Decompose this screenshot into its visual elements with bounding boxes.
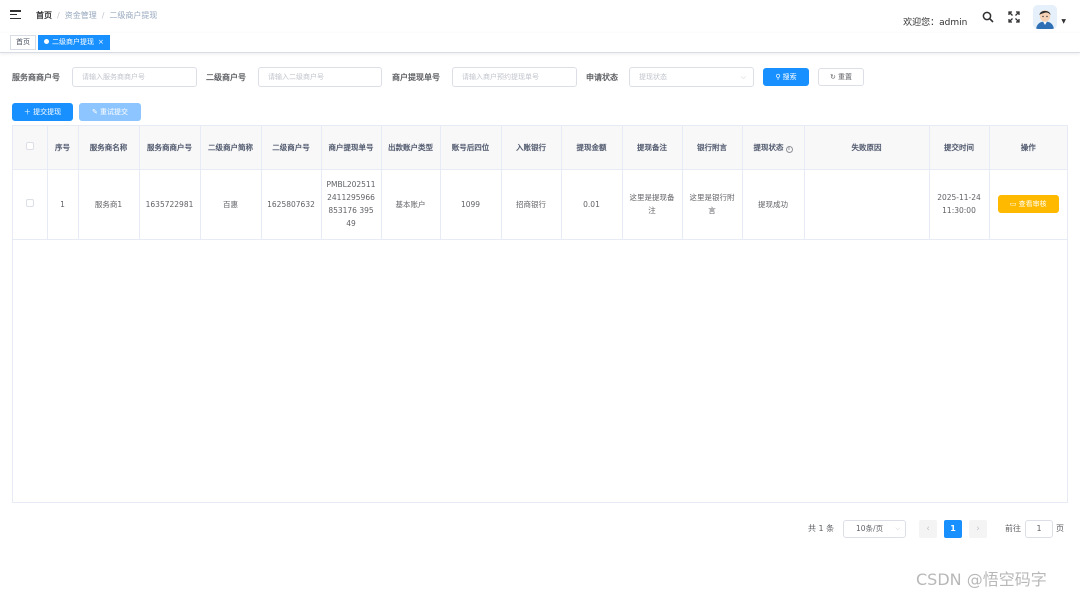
- column-header: 操作: [989, 126, 1067, 170]
- table-header-row: 序号 服务商名称 服务商商户号 二级商户简称 二级商户号 商户提现单号 出款账户…: [13, 126, 1067, 170]
- column-header: 失败原因: [804, 126, 930, 170]
- reset-button-label: 重置: [838, 73, 853, 81]
- status-select[interactable]: 提现状态 ⌵: [629, 67, 754, 87]
- search-icon: ⚲: [775, 73, 783, 81]
- tag-home[interactable]: 首页: [10, 35, 36, 50]
- column-header: 商户提现单号: [321, 126, 382, 170]
- column-header: 提现备注: [622, 126, 683, 170]
- cell-actions: ▭ 查看审核: [989, 169, 1067, 240]
- breadcrumb: 首页 / 资金管理 / 二级商户提现: [36, 10, 157, 21]
- page-number-button[interactable]: 1: [944, 520, 962, 538]
- cell-account-type: 基本账户: [381, 169, 441, 240]
- tag-label: 二级商户提现: [52, 38, 94, 46]
- retry-submit-label: 重试提交: [100, 108, 129, 116]
- breadcrumb-separator: /: [57, 11, 60, 20]
- top-navbar: 首页 / 资金管理 / 二级商户提现 欢迎您：admin ▼: [0, 0, 1080, 33]
- table-row: 1 服务商1 1635722981 百惠 1625807632 PMBL2025…: [13, 169, 1067, 240]
- prev-page-button[interactable]: ‹: [919, 520, 937, 538]
- search-button[interactable]: ⚲ 搜索: [763, 68, 809, 86]
- cell-bank-memo: 这里是银行附言: [682, 169, 743, 240]
- page-size-select[interactable]: 10条/页 ⌵: [843, 520, 906, 538]
- refresh-icon: ↻: [829, 73, 839, 81]
- cell-service-name: 服务商1: [78, 169, 140, 240]
- withdraw-no-input[interactable]: 请输入商户预约提现单号: [452, 67, 577, 87]
- column-header: 账号后四位: [440, 126, 502, 170]
- column-header: 银行附言: [682, 126, 743, 170]
- active-dot-icon: [44, 39, 49, 44]
- column-header: 提交时间: [929, 126, 990, 170]
- cell-remark: 这里是提现备注: [622, 169, 683, 240]
- watermark: CSDN @悟空码字: [916, 570, 1047, 589]
- cell-withdraw-no: PMBL2025112411295966853176 39549: [321, 169, 382, 240]
- welcome-label: 欢迎您：: [903, 17, 940, 28]
- edit-icon: ✎: [91, 108, 101, 116]
- cell-amount: 0.01: [561, 169, 623, 240]
- breadcrumb-separator: /: [101, 11, 105, 20]
- cell-sub-merchant-no: 1625807632: [261, 169, 322, 240]
- plus-icon: ＋: [23, 108, 34, 116]
- column-header: 二级商户简称: [200, 126, 262, 170]
- info-icon[interactable]: i: [785, 145, 793, 153]
- retry-submit-button[interactable]: ✎ 重试提交: [79, 103, 141, 121]
- column-header: 二级商户号: [261, 126, 322, 170]
- select-all-checkbox[interactable]: [25, 141, 34, 150]
- service-merchant-no-input[interactable]: 请输入服务商商户号: [72, 67, 197, 87]
- cell-index: 1: [47, 169, 79, 240]
- withdraw-table: 序号 服务商名称 服务商商户号 二级商户简称 二级商户号 商户提现单号 出款账户…: [12, 125, 1068, 503]
- column-header: 出款账户类型: [381, 126, 441, 170]
- withdraw-no-label: 商户提现单号: [392, 73, 440, 82]
- column-header: 服务商名称: [78, 126, 140, 170]
- goto-label: 前往: [1005, 524, 1021, 533]
- row-checkbox[interactable]: [25, 198, 34, 207]
- submit-withdraw-button[interactable]: ＋ 提交提现: [12, 103, 73, 121]
- view-review-button[interactable]: ▭ 查看审核: [997, 195, 1059, 213]
- submit-withdraw-label: 提交提现: [33, 108, 62, 116]
- fullscreen-icon[interactable]: [1007, 10, 1021, 24]
- avatar[interactable]: [1033, 5, 1058, 29]
- column-header: 序号: [47, 126, 79, 170]
- chevron-down-icon: ⌵: [895, 525, 900, 532]
- pagination-total: 共 1 条: [808, 524, 835, 533]
- cell-fail-reason: [804, 169, 930, 240]
- sub-merchant-no-input[interactable]: 请输入二级商户号: [258, 67, 382, 87]
- page-suffix-label: 页: [1056, 524, 1064, 533]
- service-merchant-no-label: 服务商商户号: [12, 73, 60, 82]
- chevron-down-icon: ⌵: [740, 73, 746, 81]
- column-header: 服务商商户号: [139, 126, 201, 170]
- row-select-cell: [13, 169, 48, 240]
- breadcrumb-fund-management: 资金管理: [64, 11, 97, 20]
- column-header: 入账银行: [501, 126, 562, 170]
- tag-sub-merchant-withdraw[interactable]: 二级商户提现 ×: [38, 35, 110, 50]
- search-icon[interactable]: [981, 10, 995, 24]
- next-page-button[interactable]: ›: [969, 520, 987, 538]
- sub-merchant-no-label: 二级商户号: [206, 73, 246, 82]
- status-label: 申请状态: [586, 73, 618, 82]
- column-header-status: 提现状态 i: [742, 126, 805, 170]
- goto-page-input[interactable]: 1: [1025, 520, 1053, 538]
- status-header-label: 提现状态: [753, 142, 784, 152]
- reset-button[interactable]: ↻ 重置: [818, 68, 864, 86]
- breadcrumb-current: 二级商户提现: [109, 11, 158, 20]
- search-button-label: 搜索: [782, 73, 797, 81]
- welcome-text: 欢迎您：admin: [903, 15, 967, 28]
- cell-service-merchant-no: 1635722981: [139, 169, 201, 240]
- chevron-down-icon[interactable]: ▼: [1061, 18, 1066, 25]
- page-size-value: 10条/页: [856, 524, 884, 533]
- view-review-label: 查看审核: [1018, 200, 1047, 208]
- breadcrumb-home[interactable]: 首页: [36, 10, 52, 21]
- cell-account-last4: 1099: [440, 169, 502, 240]
- document-icon: ▭: [1009, 200, 1019, 208]
- search-form: 服务商商户号 请输入服务商商户号 二级商户号 请输入二级商户号 商户提现单号 请…: [12, 67, 1068, 87]
- column-header: 提现金额: [561, 126, 623, 170]
- tags-view: 首页 二级商户提现 ×: [0, 33, 1080, 53]
- hamburger-menu-icon[interactable]: [10, 10, 21, 20]
- status-select-placeholder: 提现状态: [639, 73, 667, 81]
- cell-submit-time: 2025-11-24 11:30:00: [929, 169, 990, 240]
- cell-status: 提现成功: [742, 169, 805, 240]
- close-icon[interactable]: ×: [98, 38, 104, 46]
- select-all-cell: [13, 126, 48, 170]
- cell-sub-merchant-short: 百惠: [200, 169, 262, 240]
- username: admin: [939, 17, 968, 28]
- cell-bank: 招商银行: [501, 169, 562, 240]
